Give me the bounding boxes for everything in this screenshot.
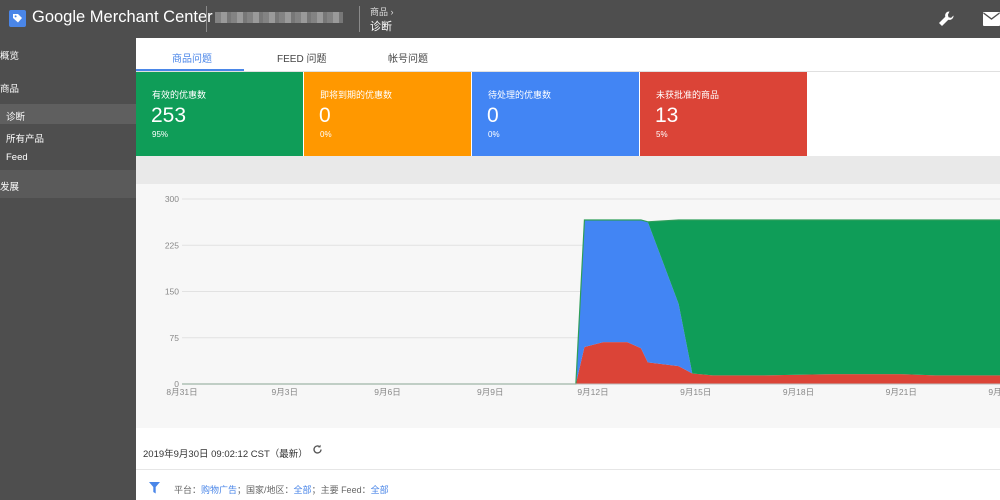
sidebar-item-label: 发展 xyxy=(0,182,20,193)
divider xyxy=(359,6,360,32)
x-tick-label: 9月18日 xyxy=(783,387,814,397)
sidebar-item-overview[interactable]: 概览 xyxy=(0,48,136,62)
y-tick-label: 150 xyxy=(165,287,179,297)
filter-feed-value[interactable]: 全部 xyxy=(371,485,389,495)
card-value: 0 xyxy=(319,104,331,127)
app-title[interactable]: Google Merchant Center xyxy=(32,8,213,27)
x-tick-label: 9月9日 xyxy=(477,387,503,397)
tab-account-issues[interactable]: 帐号问题 xyxy=(388,50,428,65)
account-name-redacted[interactable] xyxy=(215,12,343,23)
card-label: 即将到期的优惠数 xyxy=(320,90,393,100)
filter-summary[interactable]: 平台：购物广告；国家/地区：全部；主要 Feed：全部 xyxy=(174,483,389,496)
active-tab-indicator xyxy=(136,69,244,71)
sidebar-item-diagnostics[interactable]: 诊断 xyxy=(0,104,136,124)
sidebar: 概览 商品 诊断 所有产品 Feed 发展 xyxy=(0,38,136,500)
mail-icon[interactable] xyxy=(983,12,1000,26)
trend-chart-svg: 3002251507508月31日 9月3日 9月6日 9月9日 9月12日 9月15日 9… xyxy=(165,194,1000,397)
filter-bar: 平台：购物广告；国家/地区：全部；主要 Feed：全部 xyxy=(136,470,1000,500)
chart-top-spacer xyxy=(136,156,1000,184)
card-label: 有效的优惠数 xyxy=(152,90,207,100)
last-updated-timestamp: 2019年9月30日 09:02:12 CST（最新） xyxy=(143,449,308,460)
card-disapproved-products[interactable]: 未获批准的商品 13 5% xyxy=(640,72,807,156)
x-tick-label: 9月6日 xyxy=(374,387,400,397)
card-label: 未获批准的商品 xyxy=(656,90,720,100)
main-content: 商品问题 FEED 问题 帐号问题 有效的优惠数 253 95% 即将到期的优惠… xyxy=(136,38,1000,500)
card-pending-offers[interactable]: 待处理的优惠数 0 0% xyxy=(472,72,639,156)
sidebar-item-feed[interactable]: Feed xyxy=(0,152,136,166)
sidebar-item-label: 商品 xyxy=(0,84,20,95)
card-value: 253 xyxy=(151,104,187,127)
page-title: 诊断 xyxy=(370,21,392,33)
card-percent: 95% xyxy=(152,130,169,139)
x-tick-label: 9月21日 xyxy=(886,387,917,397)
divider xyxy=(206,6,207,32)
x-tick-label: 8月31日 xyxy=(166,387,197,397)
merchant-center-logo-icon[interactable] xyxy=(9,10,26,27)
card-active-offers[interactable]: 有效的优惠数 253 95% xyxy=(136,72,303,156)
filter-country-value[interactable]: 全部 xyxy=(294,485,312,495)
filter-platform-value[interactable]: 购物广告 xyxy=(201,485,237,495)
y-tick-label: 225 xyxy=(165,240,179,250)
card-percent: 0% xyxy=(488,130,500,139)
filter-icon[interactable] xyxy=(149,482,160,494)
tab-product-issues[interactable]: 商品问题 xyxy=(172,50,212,65)
sidebar-item-label: Feed xyxy=(6,152,28,163)
sidebar-item-label: 诊断 xyxy=(6,112,26,123)
card-expiring-offers[interactable]: 即将到期的优惠数 0 0% xyxy=(304,72,471,156)
wrench-icon[interactable] xyxy=(936,9,956,29)
card-value: 13 xyxy=(655,104,679,127)
sidebar-item-label: 概览 xyxy=(0,51,20,62)
x-tick-label: 9月12日 xyxy=(577,387,608,397)
status-bar: 2019年9月30日 09:02:12 CST（最新） xyxy=(136,428,1000,470)
breadcrumb-parent[interactable]: 商品 › xyxy=(370,5,394,18)
filter-country-label: ；国家/地区： xyxy=(237,485,294,495)
sidebar-item-label: 所有产品 xyxy=(6,134,45,145)
filter-platform-label: 平台： xyxy=(174,485,202,495)
card-value: 0 xyxy=(487,104,499,127)
sidebar-item-all-products[interactable]: 所有产品 xyxy=(0,131,136,145)
x-tick-label: 9月3日 xyxy=(272,387,298,397)
x-tick-label: 9月24日 xyxy=(988,387,1000,397)
filter-feed-label: ；主要 Feed： xyxy=(311,485,371,495)
x-tick-label: 9月15日 xyxy=(680,387,711,397)
trend-chart: 300 225 150 75 0 8月31日 9月3日 9月6日 9月9日 9月12日 9月15日 9… xyxy=(136,184,1000,428)
y-tick-label: 300 xyxy=(165,194,179,204)
y-tick-label: 75 xyxy=(170,333,180,343)
summary-cards: 有效的优惠数 253 95% 即将到期的优惠数 0 0% 待处理的优惠数 0 0… xyxy=(136,72,1000,156)
card-percent: 0% xyxy=(320,130,332,139)
sidebar-item-growth[interactable]: 发展 xyxy=(0,170,136,198)
refresh-icon[interactable] xyxy=(312,444,323,455)
card-label: 待处理的优惠数 xyxy=(488,90,552,100)
sidebar-item-products[interactable]: 商品 xyxy=(0,81,136,95)
top-bar: Google Merchant Center 商品 › 诊断 xyxy=(0,0,1000,38)
tab-bar: 商品问题 FEED 问题 帐号问题 xyxy=(136,38,1000,72)
tab-feed-issues[interactable]: FEED 问题 xyxy=(277,50,326,65)
card-percent: 5% xyxy=(656,130,668,139)
